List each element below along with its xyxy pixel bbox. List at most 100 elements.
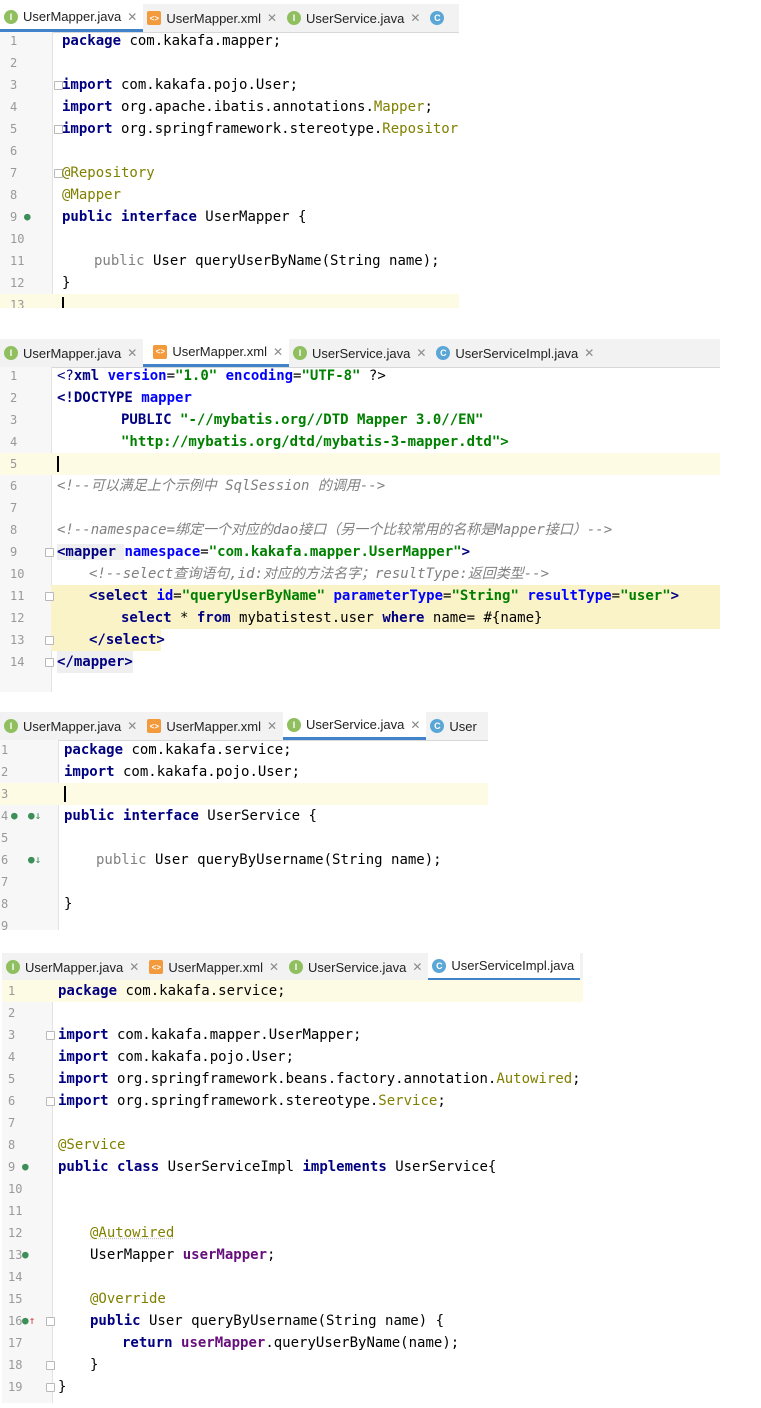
tab-userservice-java[interactable]: I UserService.java ✕	[285, 953, 428, 981]
tab-usermapper-xml[interactable]: <> UserMapper.xml ✕	[143, 339, 290, 367]
tab-usermapper-java[interactable]: I UserMapper.java ✕	[0, 4, 144, 32]
close-icon[interactable]: ✕	[129, 960, 139, 974]
close-icon[interactable]: ✕	[410, 11, 420, 25]
code-line: public User queryByUsername(String name)…	[90, 1313, 445, 1329]
tab-label: UserServiceImpl.java	[455, 345, 579, 361]
interface-icon: I	[4, 719, 18, 733]
close-icon[interactable]: ✕	[267, 11, 277, 25]
line-number: 5	[1, 831, 9, 845]
code-line: }	[62, 275, 71, 291]
line-number: 10	[8, 1182, 23, 1196]
code-area[interactable]: 1 package com.kakafa.mapper; 2 3 import …	[0, 30, 459, 308]
close-icon[interactable]: ✕	[127, 346, 137, 360]
line-number: 2	[10, 56, 18, 70]
implemented-down-icon[interactable]: ●↓	[28, 849, 41, 871]
tab-usermapper-xml[interactable]: <> UserMapper.xml ✕	[143, 712, 283, 740]
code-area[interactable]: 1 package com.kakafa.service; 2 3 import…	[2, 980, 583, 1403]
class-icon: C	[430, 719, 445, 733]
line-number: 1	[10, 369, 18, 383]
line-number: 9	[10, 545, 18, 559]
fold-marker-icon[interactable]	[46, 1097, 55, 1106]
code-line: public class UserServiceImpl implements …	[58, 1159, 497, 1175]
code-line: "http://mybatis.org/dtd/mybatis-3-mapper…	[121, 434, 509, 450]
close-icon[interactable]: ✕	[410, 718, 420, 732]
editor-panel-usermapper-xml: I UserMapper.java ✕ <> UserMapper.xml ✕ …	[0, 339, 720, 692]
tab-usermapper-java[interactable]: I UserMapper.java ✕	[0, 712, 143, 740]
code-line: return userMapper.queryUserByName(name);	[122, 1335, 460, 1351]
code-line: import org.apache.ibatis.annotations.Map…	[62, 99, 433, 115]
tab-overflow[interactable]: C	[426, 4, 455, 32]
tab-userserviceimpl-java[interactable]: C UserServiceImpl.java ✕	[432, 339, 600, 367]
close-icon[interactable]: ✕	[584, 346, 594, 360]
code-line: }	[58, 1379, 67, 1395]
tab-userservice-java[interactable]: I UserService.java ✕	[283, 712, 427, 740]
tab-userservice-java[interactable]: I UserService.java ✕	[283, 4, 426, 32]
line-number: 11	[10, 254, 25, 268]
code-line: select * from mybatistest.user where nam…	[121, 610, 543, 626]
line-number: 2	[8, 1006, 16, 1020]
line-number: 12	[10, 611, 25, 625]
code-line: public User queryByUsername(String name)…	[96, 852, 442, 868]
text-caret	[64, 783, 66, 805]
code-area[interactable]: 1 <?xml version="1.0" encoding="UTF-8" ?…	[0, 365, 720, 692]
xml-file-icon: <>	[147, 11, 162, 25]
implemented-down-icon[interactable]: ●↓	[28, 805, 41, 827]
code-line: @Service	[58, 1137, 126, 1153]
fold-marker-icon[interactable]	[46, 1031, 55, 1040]
code-line: <!DOCTYPE mapper	[57, 390, 192, 406]
tab-label: UserService.java	[306, 717, 405, 732]
line-number: 1	[1, 743, 9, 757]
line-number: 2	[10, 391, 18, 405]
autowired-bean-icon[interactable]: ●	[22, 1244, 29, 1266]
text-caret	[62, 294, 64, 308]
fold-marker-icon[interactable]	[45, 636, 54, 645]
line-number: 1	[8, 984, 16, 998]
close-icon[interactable]: ✕	[273, 345, 283, 359]
code-line: @Autowired	[90, 1225, 175, 1241]
close-icon[interactable]: ✕	[416, 346, 426, 360]
line-number: 5	[8, 1072, 16, 1086]
close-icon[interactable]: ✕	[269, 960, 279, 974]
tab-label: UserServiceImpl.java	[451, 958, 575, 973]
line-number: 6	[10, 144, 18, 158]
line-number: 13	[10, 633, 25, 647]
tab-userservice-java[interactable]: I UserService.java ✕	[289, 339, 432, 367]
line-number: 8	[1, 897, 9, 911]
tab-userserviceimpl-java[interactable]: C User	[426, 712, 482, 740]
line-number: 6	[1, 853, 9, 867]
interface-icon: I	[287, 11, 302, 25]
code-area[interactable]: 1 package com.kakafa.service; 2 import c…	[0, 739, 488, 930]
close-icon[interactable]: ✕	[267, 719, 277, 733]
fold-marker-icon[interactable]	[46, 1383, 55, 1392]
fold-marker-icon[interactable]	[46, 1361, 55, 1370]
fold-marker-icon[interactable]	[46, 1317, 55, 1326]
line-number: 12	[8, 1226, 23, 1240]
tab-usermapper-java[interactable]: I UserMapper.java ✕	[0, 339, 143, 367]
implemented-marker-icon[interactable]: ●	[24, 206, 31, 228]
tab-bar: I UserMapper.java ✕ <> UserMapper.xml ✕ …	[2, 953, 583, 982]
line-number: 11	[8, 1204, 23, 1218]
close-icon[interactable]: ✕	[127, 10, 137, 24]
xml-file-icon: <>	[153, 344, 168, 359]
tab-usermapper-xml[interactable]: <> UserMapper.xml ✕	[143, 4, 283, 32]
fold-marker-icon[interactable]	[45, 548, 54, 557]
code-line: PUBLIC "-//mybatis.org//DTD Mapper 3.0//…	[121, 412, 484, 428]
line-number: 5	[10, 122, 18, 136]
code-line: public interface UserMapper {	[62, 209, 307, 225]
tab-label: UserMapper.xml	[172, 344, 267, 359]
fold-marker-icon[interactable]	[45, 592, 54, 601]
close-icon[interactable]: ✕	[412, 960, 422, 974]
code-line: import com.kakafa.pojo.User;	[64, 764, 301, 780]
line-number: 8	[10, 523, 18, 537]
code-line: import com.kakafa.mapper.UserMapper;	[58, 1027, 362, 1043]
fold-marker-icon[interactable]	[45, 658, 54, 667]
implemented-marker-icon[interactable]: ●	[11, 805, 18, 827]
tab-userserviceimpl-java[interactable]: C UserServiceImpl.java	[428, 953, 581, 981]
tab-label: UserMapper.xml	[166, 718, 261, 734]
tab-usermapper-java[interactable]: I UserMapper.java ✕	[2, 953, 145, 981]
implements-up-icon[interactable]: ●↑	[22, 1310, 35, 1332]
tab-usermapper-xml[interactable]: <> UserMapper.xml ✕	[145, 953, 285, 981]
implemented-marker-icon[interactable]: ●	[22, 1156, 29, 1178]
line-number: 17	[8, 1336, 23, 1350]
close-icon[interactable]: ✕	[127, 719, 137, 733]
